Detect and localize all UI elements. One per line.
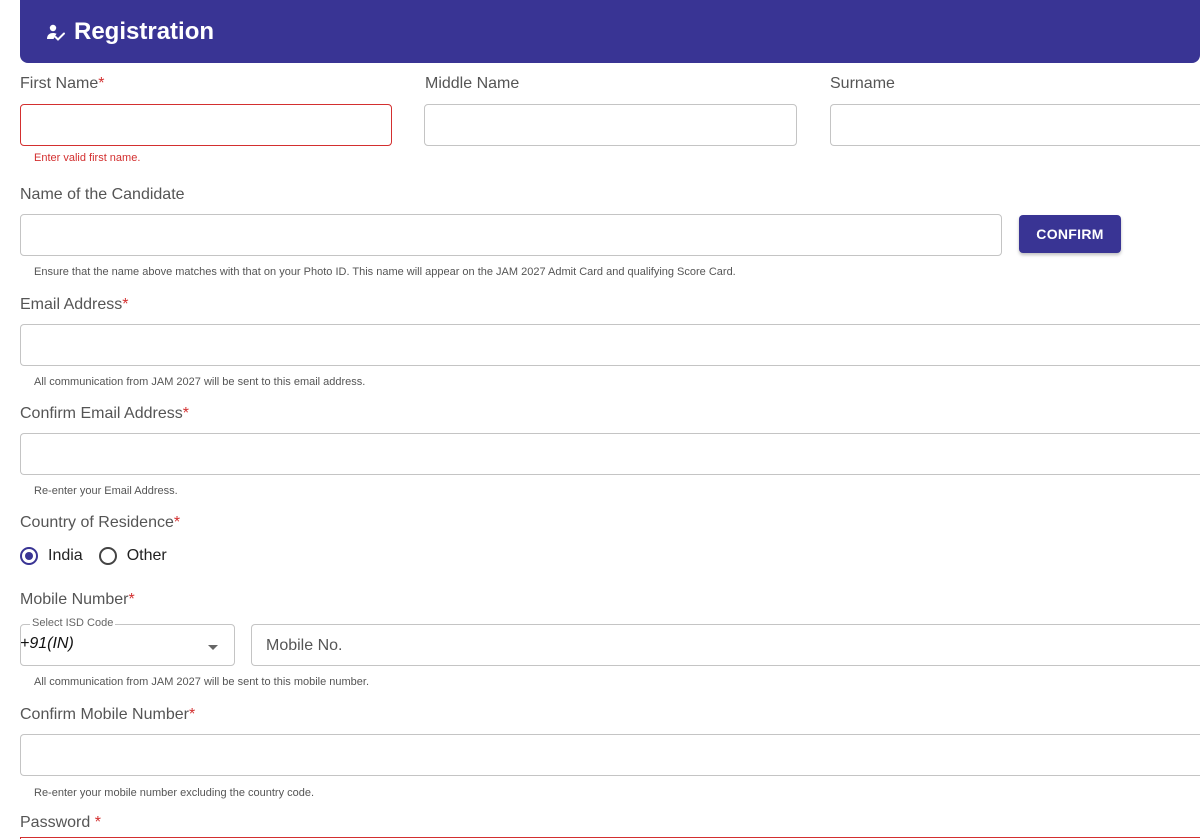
first-name-label: First Name* (20, 75, 105, 92)
registration-header: Registration (20, 0, 1200, 63)
country-radio-group: India Other (20, 547, 167, 565)
confirm-mobile-input[interactable] (20, 734, 1200, 776)
radio-india-label[interactable]: India (48, 547, 83, 565)
candidate-name-label: Name of the Candidate (20, 186, 185, 203)
email-input[interactable] (20, 324, 1200, 366)
password-label: Password * (20, 814, 101, 831)
surname-label: Surname (830, 75, 895, 92)
mobile-number-input[interactable] (251, 624, 1200, 666)
radio-other-label[interactable]: Other (127, 547, 167, 565)
middle-name-label: Middle Name (425, 75, 520, 92)
isd-code-legend: Select ISD Code (30, 617, 116, 629)
confirm-mobile-label: Confirm Mobile Number* (20, 706, 196, 723)
email-helper: All communication from JAM 2027 will be … (34, 376, 366, 388)
mobile-number-placeholder: Mobile No. (266, 637, 343, 654)
page-title: Registration (74, 17, 215, 45)
first-name-error: Enter valid first name. (34, 152, 141, 164)
candidate-name-helper: Ensure that the name above matches with … (34, 266, 736, 278)
confirm-email-input[interactable] (20, 433, 1200, 475)
middle-name-input[interactable] (424, 104, 797, 146)
chevron-down-icon[interactable] (208, 645, 218, 650)
surname-input[interactable] (830, 104, 1200, 146)
first-name-input[interactable] (20, 104, 392, 146)
email-label: Email Address* (20, 296, 129, 313)
registration-page: Registration First Name* Middle Name Sur… (0, 0, 1200, 839)
confirm-mobile-helper: Re-enter your mobile number excluding th… (34, 787, 315, 799)
mobile-helper: All communication from JAM 2027 will be … (34, 676, 370, 688)
person-check-icon (46, 22, 66, 42)
radio-india[interactable] (20, 547, 38, 565)
radio-other[interactable] (98, 547, 117, 565)
isd-code-value: +91(IN) (20, 635, 74, 652)
confirm-email-helper: Re-enter your Email Address. (34, 485, 178, 497)
candidate-name-input[interactable] (20, 214, 1002, 256)
confirm-button[interactable]: CONFIRM (1019, 215, 1121, 253)
country-label: Country of Residence* (20, 514, 181, 531)
mobile-label: Mobile Number* (20, 591, 135, 608)
confirm-email-label: Confirm Email Address* (20, 405, 189, 422)
